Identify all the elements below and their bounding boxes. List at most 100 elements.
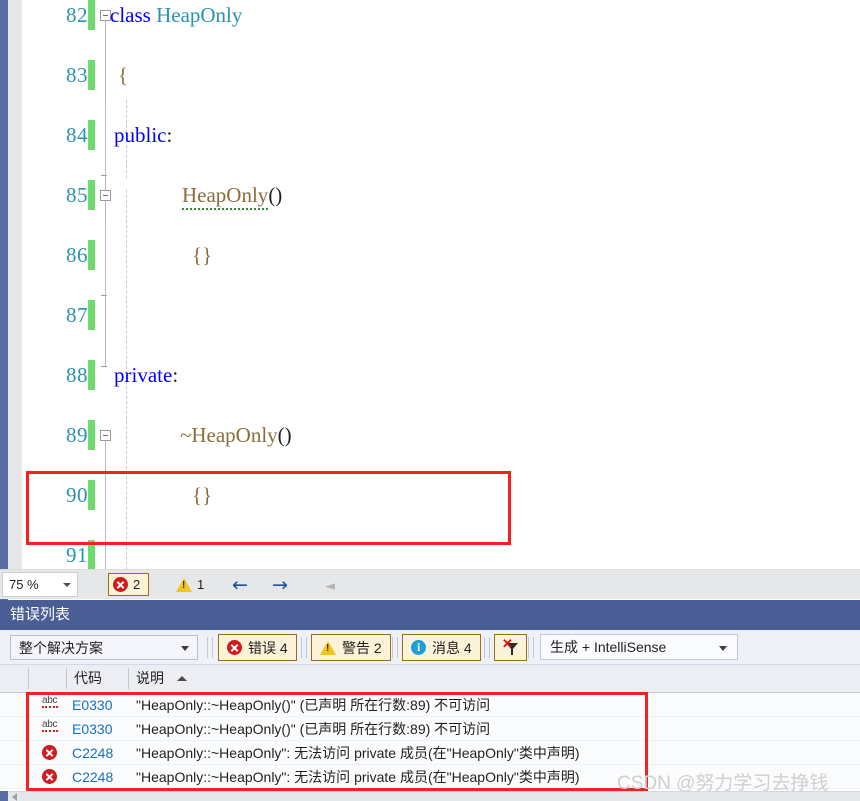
code-line-90[interactable]: 90 {} bbox=[22, 480, 860, 510]
sort-ascending-icon bbox=[177, 676, 187, 681]
line-number: 82 bbox=[66, 3, 88, 27]
window-left-accent-strip bbox=[0, 0, 8, 600]
code-text: { bbox=[118, 63, 129, 87]
column-divider bbox=[66, 668, 67, 689]
zoom-level-dropdown[interactable]: 75 % bbox=[2, 572, 78, 597]
warning-icon bbox=[176, 577, 192, 592]
change-bar bbox=[88, 180, 95, 210]
line-number: 83 bbox=[66, 63, 88, 87]
change-bar bbox=[88, 240, 95, 270]
error-list-table-header: 代码 说明 bbox=[0, 665, 860, 693]
info-icon bbox=[411, 640, 426, 655]
line-number: 91 bbox=[66, 543, 88, 567]
change-bar bbox=[88, 120, 95, 150]
column-header-code[interactable]: 代码 bbox=[74, 665, 102, 692]
fold-toggle-constructor[interactable] bbox=[100, 190, 111, 201]
build-source-dropdown[interactable]: 生成 + IntelliSense bbox=[540, 634, 738, 660]
status-error-count[interactable]: 2 bbox=[108, 573, 150, 596]
clear-filter-button[interactable]: ✕ bbox=[494, 634, 527, 661]
line-number: 86 bbox=[66, 243, 88, 267]
code-line-89[interactable]: 89 ~HeapOnly() bbox=[22, 420, 860, 450]
nav-back-arrow-icon[interactable]: ← bbox=[232, 576, 248, 595]
toolbar-separator bbox=[301, 637, 302, 658]
warnings-filter-label: 警告 2 bbox=[342, 639, 382, 656]
change-bar bbox=[88, 480, 95, 510]
status-warning-count[interactable]: 1 bbox=[170, 573, 210, 596]
error-icon bbox=[227, 640, 242, 655]
code-text: ~HeapOnly() bbox=[180, 423, 292, 447]
scope-filter-value: 整个解决方案 bbox=[19, 640, 103, 656]
error-icon bbox=[42, 769, 57, 784]
toolbar-separator bbox=[484, 637, 485, 658]
row-code: E0330 bbox=[72, 721, 113, 737]
scope-filter-dropdown[interactable]: 整个解决方案 bbox=[10, 635, 198, 660]
chevron-down-icon bbox=[63, 583, 71, 587]
code-text: HeapOnly() bbox=[182, 180, 282, 210]
warnings-filter-button[interactable]: 警告 2 bbox=[311, 634, 391, 661]
row-code: C2248 bbox=[72, 745, 114, 761]
line-number: 89 bbox=[66, 423, 88, 447]
messages-filter-button[interactable]: 消息 4 bbox=[402, 634, 481, 661]
code-editor[interactable]: 82 class HeapOnly 83 { 84 public: 85 Hea… bbox=[22, 0, 860, 801]
code-text: public: bbox=[114, 123, 173, 147]
vs-ide-screenshot: 82 class HeapOnly 83 { 84 public: 85 Hea… bbox=[0, 0, 860, 801]
toolbar-separator bbox=[397, 637, 398, 658]
code-line-91[interactable]: 91 bbox=[22, 540, 860, 570]
status-error-count-value: 2 bbox=[133, 577, 141, 592]
intellisense-icon: abc bbox=[42, 695, 58, 708]
change-bar bbox=[88, 360, 95, 390]
line-number: 84 bbox=[66, 123, 88, 147]
toolbar-separator bbox=[533, 637, 534, 658]
change-bar bbox=[88, 540, 95, 570]
table-row[interactable]: abc E0330 "HeapOnly::~HeapOnly()" (已声明 所… bbox=[0, 717, 860, 741]
line-number: 90 bbox=[66, 483, 88, 507]
window-left-accent-strip-bottom bbox=[0, 791, 8, 801]
row-description: "HeapOnly::~HeapOnly()" (已声明 所在行数:89) 不可… bbox=[136, 697, 491, 713]
table-row[interactable]: abc E0330 "HeapOnly::~HeapOnly()" (已声明 所… bbox=[0, 693, 860, 717]
fold-end-marker-ctor bbox=[101, 175, 107, 176]
code-line-86[interactable]: 86 {} bbox=[22, 240, 860, 270]
column-divider bbox=[128, 668, 129, 689]
toolbar-separator bbox=[306, 637, 307, 658]
error-icon bbox=[113, 577, 128, 592]
editor-status-bar: 75 % 2 1 ← → ◄ bbox=[0, 569, 860, 599]
row-code: C2248 bbox=[72, 769, 114, 785]
nav-forward-arrow-icon[interactable]: → bbox=[272, 576, 288, 595]
scroll-left-arrow-icon[interactable] bbox=[12, 793, 17, 801]
table-row[interactable]: C2248 "HeapOnly::~HeapOnly": 无法访问 privat… bbox=[0, 741, 860, 765]
row-code: E0330 bbox=[72, 697, 113, 713]
errors-filter-label: 错误 4 bbox=[248, 639, 288, 656]
error-list-panel-title: 错误列表 bbox=[0, 600, 860, 630]
line-number: 85 bbox=[66, 183, 88, 207]
code-line-87[interactable]: 87 bbox=[22, 300, 860, 330]
toolbar-separator bbox=[212, 637, 213, 658]
fold-toggle-destructor[interactable] bbox=[100, 430, 111, 441]
column-header-description[interactable]: 说明 bbox=[136, 665, 164, 692]
zoom-level-value: 75 % bbox=[9, 577, 39, 592]
toolbar-separator bbox=[207, 637, 208, 658]
column-divider bbox=[28, 668, 29, 689]
code-line-83[interactable]: 83 { bbox=[22, 60, 860, 90]
warning-icon bbox=[320, 640, 336, 655]
change-bar bbox=[88, 60, 95, 90]
toolbar-separator bbox=[392, 637, 393, 658]
errors-filter-button[interactable]: 错误 4 bbox=[218, 634, 297, 661]
line-number: 87 bbox=[66, 303, 88, 327]
nav-overflow-arrow-icon[interactable]: ◄ bbox=[325, 578, 335, 596]
code-line-84[interactable]: 84 public: bbox=[22, 120, 860, 150]
row-description: "HeapOnly::~HeapOnly": 无法访问 private 成员(在… bbox=[136, 769, 580, 785]
code-line-88[interactable]: 88 private: bbox=[22, 360, 860, 390]
change-bar bbox=[88, 300, 95, 330]
intellisense-icon: abc bbox=[42, 719, 58, 732]
panel-bottom-strip bbox=[0, 791, 860, 801]
line-number: 88 bbox=[66, 363, 88, 387]
error-list-toolbar: 整个解决方案 错误 4 警告 2 消息 4 ✕ bbox=[0, 630, 860, 665]
code-line-82[interactable]: 82 class HeapOnly bbox=[22, 0, 860, 30]
error-icon bbox=[42, 745, 57, 760]
chevron-down-icon bbox=[719, 646, 727, 651]
toolbar-separator bbox=[528, 637, 529, 658]
code-line-85[interactable]: 85 HeapOnly() bbox=[22, 180, 860, 210]
code-text: class HeapOnly bbox=[110, 3, 243, 27]
code-text: {} bbox=[192, 243, 213, 267]
change-bar bbox=[88, 420, 95, 450]
